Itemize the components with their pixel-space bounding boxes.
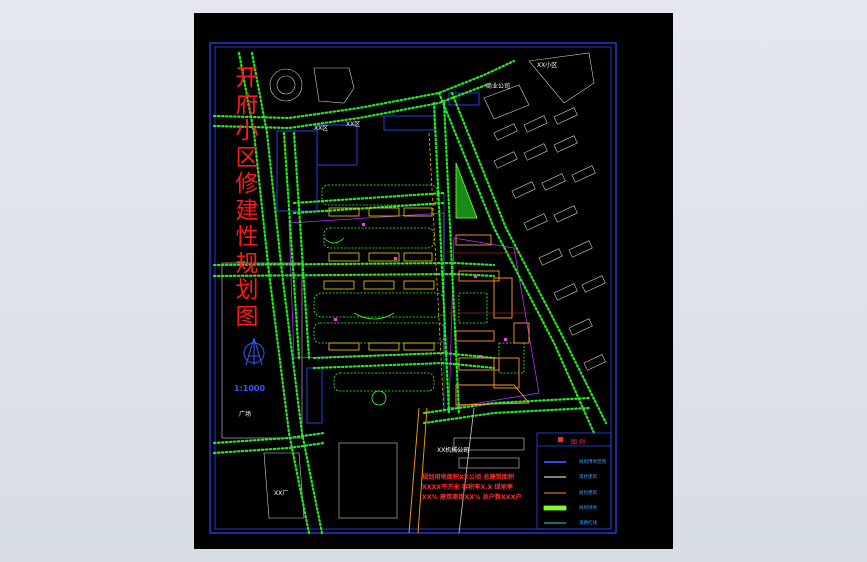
- title-char: 建: [235, 197, 259, 224]
- title-char: 图: [235, 303, 259, 330]
- label-top-right: XX小区: [537, 62, 558, 69]
- title-char: 区: [235, 144, 259, 171]
- legend-item: 道路红线: [579, 521, 597, 526]
- label-top-mid: 商业公司: [486, 83, 511, 90]
- label-top-left-b: XX区: [346, 121, 361, 128]
- title-char: 小: [235, 118, 259, 144]
- label-factory: XX机械公司: [437, 447, 470, 454]
- scale-label: 1:1000: [234, 384, 266, 393]
- legend-item: 规划用地范围: [579, 460, 606, 465]
- legend-title: 图 例: [571, 439, 585, 446]
- legend-item: 现状建筑: [579, 475, 597, 480]
- legend: 图 例 规划用地范围 现状建筑 规划建筑 规划绿地 道路红线: [537, 433, 614, 529]
- legend-item: 规划绿地: [579, 506, 597, 511]
- label-left-block: XX厂: [274, 490, 289, 497]
- blue-buildings: [276, 92, 480, 424]
- label-plaza: 广场: [239, 411, 252, 418]
- planning-note: 规划用地面积XX公顷 总建筑面积XXXX平方米 容积率X.X 绿地率XX% 建筑…: [422, 474, 522, 501]
- planned-buildings: [323, 207, 435, 351]
- magenta-marks: [334, 223, 507, 358]
- title-char: 规: [235, 250, 259, 277]
- cad-viewport: 开 府 小 区 修 建 性 规 划 图 1:1000 XX小区 商业公司 XX区…: [0, 0, 867, 562]
- title-char: 府: [235, 91, 259, 118]
- legend-item: 规划建筑: [579, 491, 597, 496]
- label-top-left-a: XX区: [314, 125, 329, 132]
- title-char: 性: [235, 224, 259, 250]
- planned-buildings-east: [455, 234, 530, 406]
- plan-title: 开 府 小 区 修 建 性 规 划 图: [232, 65, 262, 330]
- title-char: 修: [235, 171, 259, 197]
- title-char: 划: [235, 277, 259, 303]
- drawing-sheet[interactable]: 开 府 小 区 修 建 性 规 划 图 1:1000 XX小区 商业公司 XX区…: [194, 13, 673, 549]
- north-arrow-icon: [243, 337, 265, 366]
- title-char: 开: [235, 65, 259, 91]
